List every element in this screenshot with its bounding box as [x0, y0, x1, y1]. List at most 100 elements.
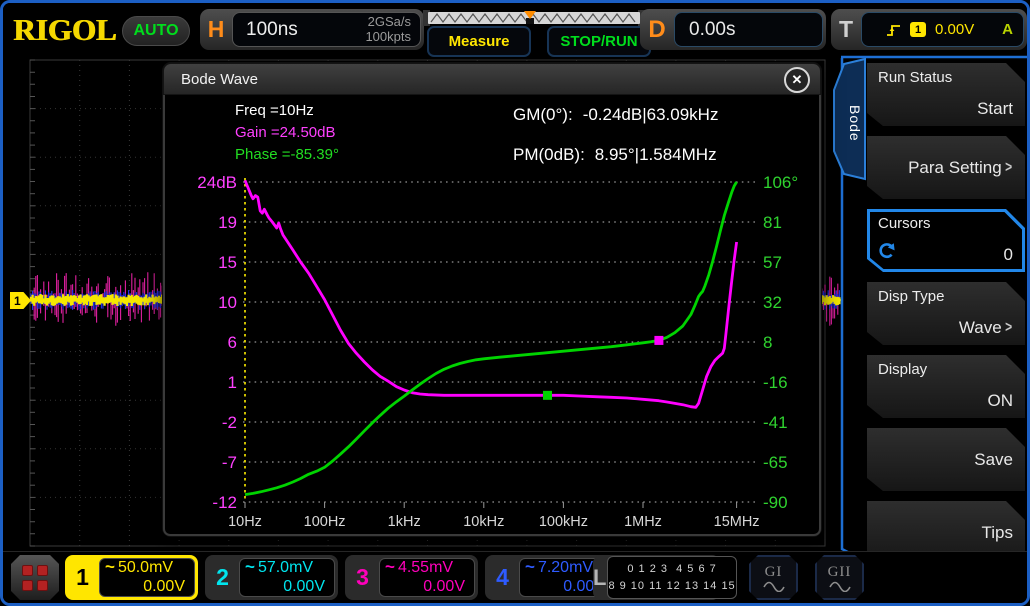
svg-text:-7: -7	[222, 453, 237, 472]
svg-text:19: 19	[218, 213, 237, 232]
dialog-title: Bode Wave	[164, 71, 258, 88]
svg-text:24dB: 24dB	[197, 173, 237, 192]
menu-label: Disp Type	[878, 288, 944, 305]
svg-text:-12: -12	[212, 493, 237, 512]
menu-item-run-status[interactable]: Run Status Start	[867, 63, 1025, 126]
stop-run-button[interactable]: STOP/RUN	[547, 26, 651, 57]
channel-1-scale: 50.0mV	[118, 559, 173, 578]
menu-item-display[interactable]: Display ON	[867, 355, 1025, 418]
generator-2-label: GII	[828, 564, 852, 581]
svg-text:-65: -65	[763, 453, 788, 472]
ac-coupling-icon: ~	[245, 557, 255, 577]
trigger-sweep-mode: A	[1002, 21, 1013, 38]
chevron-right-icon: >	[1005, 319, 1012, 337]
main-menu-button[interactable]	[11, 555, 59, 600]
channel-2-offset: 0.00V	[240, 578, 334, 597]
svg-text:1MHz: 1MHz	[624, 514, 662, 530]
svg-text:15: 15	[218, 253, 237, 272]
sample-rate: 2GSa/s	[368, 14, 411, 29]
menu-value: Start	[977, 99, 1013, 119]
menu-grid-icon	[22, 565, 48, 591]
channel-3-box[interactable]: 3 ~4.55mV 0.00V	[345, 555, 478, 600]
trigger-source-badge: 1	[910, 22, 926, 37]
menu-item-save[interactable]: Save	[867, 428, 1025, 491]
svg-text:8: 8	[763, 333, 772, 352]
logic-channels-box[interactable]: L 0 1 2 3 4 5 6 7 8 9 10 11 12 13 14 15	[593, 555, 720, 600]
menu-value: Tips	[982, 523, 1014, 543]
channel-1-box[interactable]: 1 ~50.0mV 0.00V	[65, 555, 198, 600]
timebase-box[interactable]: 100ns 2GSa/s 100kpts	[232, 12, 421, 47]
rotate-knob-icon	[877, 241, 897, 261]
ac-coupling-icon: ~	[385, 557, 395, 577]
menu-label: Run Status	[878, 69, 952, 86]
svg-text:106°: 106°	[763, 173, 798, 192]
channel-2-number: 2	[207, 557, 238, 598]
svg-text:32: 32	[763, 293, 782, 312]
channel-4-number: 4	[487, 557, 518, 598]
cursor-gain-readout: Gain =24.50dB	[235, 124, 336, 141]
menu-item-para-setting[interactable]: Para Setting>	[867, 136, 1025, 199]
logic-label: L	[593, 555, 606, 600]
menu-value: Wave	[959, 318, 1002, 338]
channel-3-number: 3	[347, 557, 378, 598]
svg-text:10: 10	[218, 293, 237, 312]
delay-value-box[interactable]: 0.00s	[674, 12, 823, 47]
menu-value: Para Setting	[908, 158, 1002, 178]
gain-margin-readout: GM(0°):-0.24dB|63.09kHz	[513, 105, 718, 125]
waveform-preview-bar[interactable]	[423, 4, 645, 28]
bode-menu: Run Status Start Para Setting> Cursors 0…	[867, 63, 1025, 564]
svg-text:81: 81	[763, 213, 782, 232]
ac-coupling-icon: ~	[105, 557, 115, 577]
generator-1-button[interactable]: GI	[749, 555, 798, 600]
trigger-info-box[interactable]: 1 0.00V A	[861, 12, 1024, 47]
horizontal-settings-group[interactable]: H 100ns 2GSa/s 100kpts	[200, 9, 424, 50]
menu-value: Save	[974, 450, 1013, 470]
close-icon[interactable]: ✕	[784, 67, 810, 93]
svg-text:1: 1	[228, 373, 237, 392]
dialog-body: 24dB106°198115571032681-16-2-41-7-65-12-…	[163, 95, 821, 536]
bottom-channel-bar: 1 ~50.0mV 0.00V 2 ~57.0mV 0.00V 3 ~4.55m…	[3, 551, 1027, 604]
trigger-settings-group[interactable]: T 1 0.00V A	[831, 9, 1027, 50]
timebase-value: 100ns	[233, 19, 365, 41]
logic-digits-row2: 8 9 10 11 12 13 14 15	[608, 578, 735, 595]
svg-text:15MHz: 15MHz	[714, 514, 760, 530]
logic-digits-row1: 0 1 2 3 4 5 6 7	[627, 561, 716, 578]
bode-wave-dialog: Bode Wave ✕ 24dB106°198115571032681-16-2…	[163, 63, 821, 536]
rising-edge-trigger-icon	[886, 23, 901, 37]
menu-item-disp-type[interactable]: Disp Type Wave>	[867, 282, 1025, 345]
channel-4-scale: 7.20mV	[538, 559, 593, 578]
measure-button[interactable]: Measure	[427, 26, 531, 57]
generator-1-label: GI	[765, 564, 783, 581]
channel-2-box[interactable]: 2 ~57.0mV 0.00V	[205, 555, 338, 600]
svg-text:-90: -90	[763, 493, 788, 512]
svg-text:100Hz: 100Hz	[304, 514, 346, 530]
delay-value: 0.00s	[689, 19, 735, 41]
channel-3-scale: 4.55mV	[398, 559, 453, 578]
tab-bode[interactable]: Bode	[843, 83, 863, 163]
delay-label: D	[640, 16, 674, 44]
trigger-level-value: 0.00V	[935, 21, 993, 38]
menu-label: Cursors	[878, 215, 931, 232]
sine-wave-icon	[762, 581, 786, 592]
menu-item-cursors[interactable]: Cursors 0	[867, 209, 1025, 272]
svg-text:57: 57	[763, 253, 782, 272]
cursor-freq-readout: Freq =10Hz	[235, 102, 314, 119]
svg-text:100kHz: 100kHz	[539, 514, 588, 530]
channel-1-number: 1	[67, 557, 98, 598]
delay-settings-group[interactable]: D 0.00s	[640, 9, 826, 50]
svg-text:1kHz: 1kHz	[388, 514, 421, 530]
auto-trigger-badge[interactable]: AUTO	[122, 16, 190, 46]
sine-wave-icon	[828, 581, 852, 592]
trigger-label: T	[831, 16, 861, 43]
svg-text:10kHz: 10kHz	[463, 514, 504, 530]
cursor-phase-readout: Phase =-85.39°	[235, 146, 339, 163]
channel-1-offset: 0.00V	[100, 578, 194, 597]
svg-text:6: 6	[228, 333, 237, 352]
generator-2-button[interactable]: GII	[815, 555, 864, 600]
svg-text:-41: -41	[763, 413, 788, 432]
channel-2-scale: 57.0mV	[258, 559, 313, 578]
chevron-right-icon: >	[1005, 159, 1012, 177]
dialog-title-bar[interactable]: Bode Wave ✕	[163, 63, 821, 95]
rigol-logo: RIGOL	[13, 12, 116, 48]
svg-text:-16: -16	[763, 373, 788, 392]
